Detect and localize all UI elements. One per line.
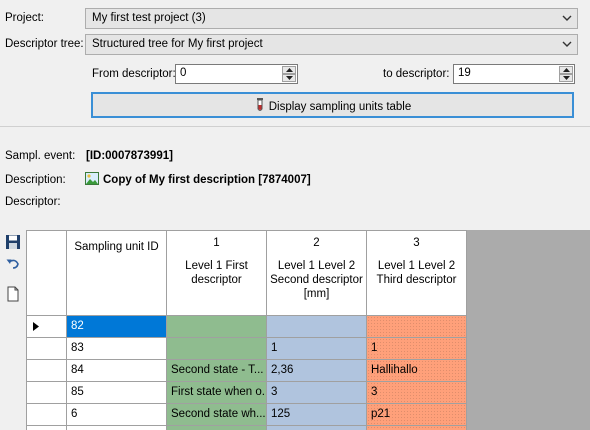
column-header-1[interactable]: 1 Level 1 First descriptor [167,231,267,316]
column-title: Level 1 First descriptor [185,260,248,286]
column-number: 2 [313,237,320,249]
column-number: 3 [413,237,420,249]
table-cell-id[interactable]: 82 [67,316,167,338]
spin-down-button[interactable] [559,74,573,82]
table-cell-id[interactable]: 83 [67,338,167,360]
descriptor-tree-label: Descriptor tree: [5,38,84,50]
row-header[interactable] [27,360,67,382]
table-cell[interactable]: 1 [267,338,367,360]
table-cell[interactable]: Second state - T... [167,360,267,382]
table-cell[interactable] [367,316,467,338]
column-title: Sampling unit ID [74,241,159,253]
project-select[interactable]: My first test project (3) [85,8,578,29]
row-header[interactable] [27,382,67,404]
from-descriptor-label: From descriptor: [92,68,176,80]
from-descriptor-value: 0 [180,67,187,79]
display-sampling-units-button[interactable]: Display sampling units table [91,92,574,118]
project-label: Project: [5,12,44,24]
table-cell[interactable]: Second state wh... [167,404,267,426]
column-title: Level 1 Level 2 Second descriptor [mm] [270,260,363,300]
table-cell[interactable] [167,338,267,360]
column-header-3[interactable]: 3 Level 1 Level 2 Third descriptor [367,231,467,316]
picture-icon [85,172,99,185]
arrow-up-icon [286,68,293,72]
table-cell[interactable]: 3 [367,382,467,404]
save-icon[interactable] [5,234,21,250]
description-label: Description: [5,174,66,186]
table-cell-id[interactable]: 6 [67,404,167,426]
table-cell[interactable] [267,316,367,338]
grid-toolbar [0,230,26,430]
table-cell[interactable]: 2,36 [267,360,367,382]
description-value[interactable]: Copy of My first description [7874007] [103,174,311,186]
sampling-event-value[interactable]: [ID:0007873991] [86,150,173,162]
row-header[interactable] [27,404,67,426]
current-row-icon [33,322,39,331]
chevron-down-icon [562,41,572,47]
new-document-icon[interactable] [5,286,21,302]
chevron-down-icon [562,15,572,21]
arrow-down-icon [563,76,570,80]
spin-down-button[interactable] [282,74,296,82]
spin-up-button[interactable] [282,66,296,74]
test-tube-icon [256,98,263,111]
table-cell-id[interactable]: 85 [67,382,167,404]
sampling-event-label: Sampl. event: [5,150,76,162]
row-header[interactable] [27,316,67,338]
table-cell[interactable]: p21 [367,404,467,426]
arrow-up-icon [563,68,570,72]
undo-icon[interactable] [5,256,21,272]
column-header-2[interactable]: 2 Level 1 Level 2 Second descriptor [mm] [267,231,367,316]
to-descriptor-value: 19 [458,67,471,79]
table-cell[interactable]: First state when o... [167,382,267,404]
column-header-id[interactable]: Sampling unit ID [67,231,167,316]
table-cell[interactable] [367,426,467,430]
table-cell[interactable] [167,426,267,430]
to-descriptor-label: to descriptor: [383,68,450,80]
table-cell[interactable]: 125 [267,404,367,426]
row-header[interactable] [27,338,67,360]
table-cell[interactable]: 3 [267,382,367,404]
corner-header-cell [27,231,67,316]
descriptor-tree-select[interactable]: Structured tree for My first project [85,34,578,55]
project-select-value: My first test project (3) [92,12,206,24]
row-header[interactable] [27,426,67,430]
table-cell-id[interactable] [67,426,167,430]
column-number: 1 [213,237,220,249]
table-cell[interactable]: 1 [367,338,467,360]
from-descriptor-stepper[interactable]: 0 [175,64,298,84]
column-title: Level 1 Level 2 Third descriptor [376,260,457,286]
table-cell-id[interactable]: 84 [67,360,167,382]
section-divider [0,126,590,127]
descriptor-label: Descriptor: [5,196,61,208]
table-cell[interactable] [267,426,367,430]
display-sampling-units-label: Display sampling units table [268,101,412,113]
sampling-units-table: Sampling unit ID 1 Level 1 First descrip… [26,230,467,430]
descriptor-tree-select-value: Structured tree for My first project [92,38,263,50]
to-descriptor-stepper[interactable]: 19 [453,64,575,84]
spin-up-button[interactable] [559,66,573,74]
arrow-down-icon [286,76,293,80]
table-cell[interactable] [167,316,267,338]
table-cell[interactable]: Hallihallo [367,360,467,382]
